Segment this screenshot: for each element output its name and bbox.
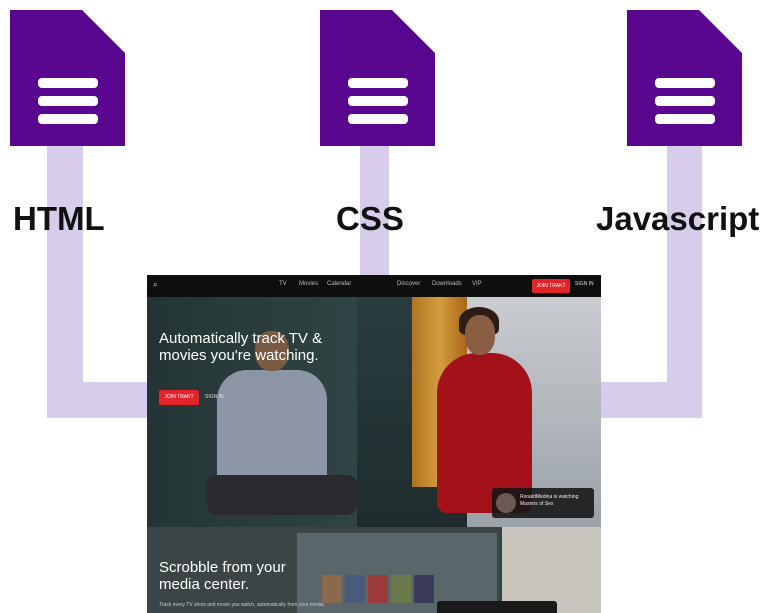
hero-headline: Automatically track TV & movies you're w… [159,330,323,364]
toast-text: RonaldMedina is watching Masters of Sex [520,494,579,507]
nav-item-tv[interactable]: TV [279,281,287,287]
javascript-label: Javascript [596,200,760,237]
hero-sign-in-link[interactable]: SIGN IN [205,394,224,400]
avatar [496,493,516,513]
search-icon[interactable]: ⌕ [153,280,157,290]
nav-item-calendar[interactable]: Calendar [327,281,351,287]
section-subtext: Track every TV show and movie you watch,… [159,602,324,608]
nav-item-movies[interactable]: Movies [299,281,318,287]
nav-item-vip[interactable]: VIP [472,281,482,287]
device-preview [437,601,557,613]
poster-thumbnail [368,575,388,603]
poster-thumbnail [345,575,365,603]
poster-thumbnail [414,575,434,603]
nav-item-discover[interactable]: Discover [397,281,420,287]
hero-join-button[interactable]: JOIN TRAKT [159,390,199,405]
scene-person [465,315,495,355]
scene-person [207,475,357,515]
html-label: HTML [13,200,105,237]
sign-in-link[interactable]: SIGN IN [575,281,594,287]
document-icon [10,10,125,146]
website-screenshot: ⌕ TV Movies Calendar Discover Downloads … [147,275,601,613]
css-label: CSS [336,200,404,237]
join-button[interactable]: JOIN TRAKT [532,279,570,293]
poster-thumbnail [391,575,411,603]
diagram: HTML CSS Javascript ⌕ TV Movies Calendar… [0,0,777,613]
watching-toast: RonaldMedina is watching Masters of Sex [492,488,594,518]
document-icon [320,10,435,146]
media-center-section: Scrobble from your media center. Track e… [147,527,601,613]
section-headline: Scrobble from your media center. [159,559,286,593]
poster-row [322,575,434,603]
document-icon [627,10,742,146]
nav-item-downloads[interactable]: Downloads [432,281,462,287]
site-nav: ⌕ TV Movies Calendar Discover Downloads … [147,275,601,297]
